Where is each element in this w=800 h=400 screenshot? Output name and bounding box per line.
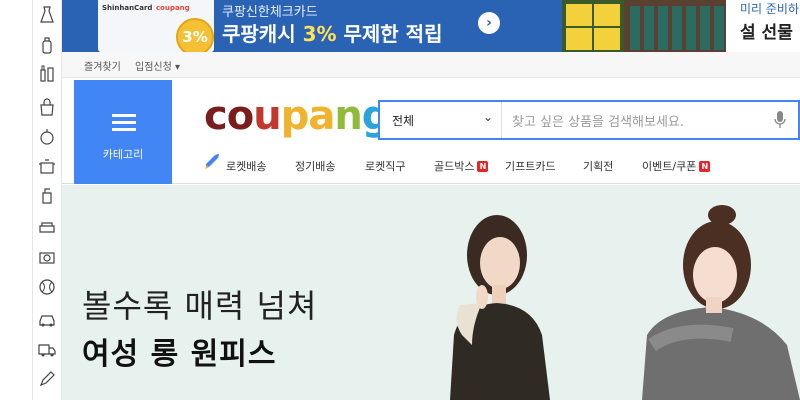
promo-banner[interactable]: ShinhanCard coupang 3% 쿠팡신한체크카드 쿠팡캐시 3% … [62,0,800,52]
apple-icon[interactable] [38,128,56,146]
seller-apply-link[interactable]: 입점신청 ▾ [135,58,180,73]
new-badge: N [699,161,711,172]
chevron-down-icon: ⌄ [482,110,493,124]
search-bar: 전체 ⌄ 찾고 싶은 상품을 검색해보세요. [378,100,800,140]
grocery-bag-icon[interactable] [38,98,56,116]
dress-icon[interactable] [38,6,56,24]
nav-rocket-direct[interactable]: 로켓직구 [365,158,405,174]
utility-bar: 즐겨찾기 입점신청 ▾ [62,52,800,78]
truck-icon[interactable] [38,340,56,358]
card-brand: ShinhanCard [102,4,153,12]
category-menu-button[interactable]: 카테고리 [74,80,172,184]
banner-headline: 쿠팡캐시 3% 무제한 적립 [222,22,443,46]
card-partner: coupang [156,4,190,12]
nav-giftcard[interactable]: 기프트카드 [505,158,556,174]
nav-subscription[interactable]: 정기배송 [295,158,335,174]
pencil-icon[interactable] [38,370,56,388]
baby-bottle-icon[interactable] [38,36,56,54]
hamburger-icon [112,114,136,132]
nav-special[interactable]: 기획전 [583,158,613,174]
category-rail [0,0,62,400]
gift-products-image [562,0,726,52]
ball-icon[interactable] [38,278,56,296]
hero-banner[interactable]: 볼수록 매력 넘쳐 여성 롱 원피스 [62,185,800,400]
coupang-logo[interactable]: coupang [204,92,390,140]
search-scope-select[interactable]: 전체 ⌄ [380,102,502,138]
models-photo [450,205,800,400]
cooking-pot-icon[interactable] [38,157,56,175]
car-icon[interactable] [38,310,56,328]
hero-line1: 볼수록 매력 넘쳐 [82,287,318,325]
site-header: 카테고리 coupang 전체 ⌄ 찾고 싶은 상품을 검색해보세요. 로켓배송… [62,78,800,184]
cleaning-spray-icon[interactable] [38,186,56,204]
microphone-icon[interactable] [774,111,786,129]
nav-rocket-delivery[interactable]: 로켓배송 [226,158,266,174]
rocket-icon [205,154,219,169]
nav-goldbox[interactable]: 골드박스 N [434,158,489,174]
sofa-icon[interactable] [38,218,56,236]
nav-event-coupon[interactable]: 이벤트/쿠폰 N [642,158,711,174]
coin-badge: 3% [176,18,214,52]
banner-next-arrow-icon[interactable]: › [478,12,500,34]
category-label: 카테고리 [102,148,144,161]
hero-line2: 여성 롱 원피스 [82,337,277,372]
new-badge: N [477,161,489,172]
search-input[interactable]: 찾고 싶은 상품을 검색해보세요. [512,111,684,130]
banner-right-line2: 설 선물 [740,23,793,43]
cosmetics-icon[interactable] [38,64,56,82]
camera-icon[interactable] [38,248,56,266]
rail-gutter [0,0,32,400]
bookmark-link[interactable]: 즐겨찾기 [84,58,121,73]
banner-right-line1: 미리 준비하 [740,2,800,16]
